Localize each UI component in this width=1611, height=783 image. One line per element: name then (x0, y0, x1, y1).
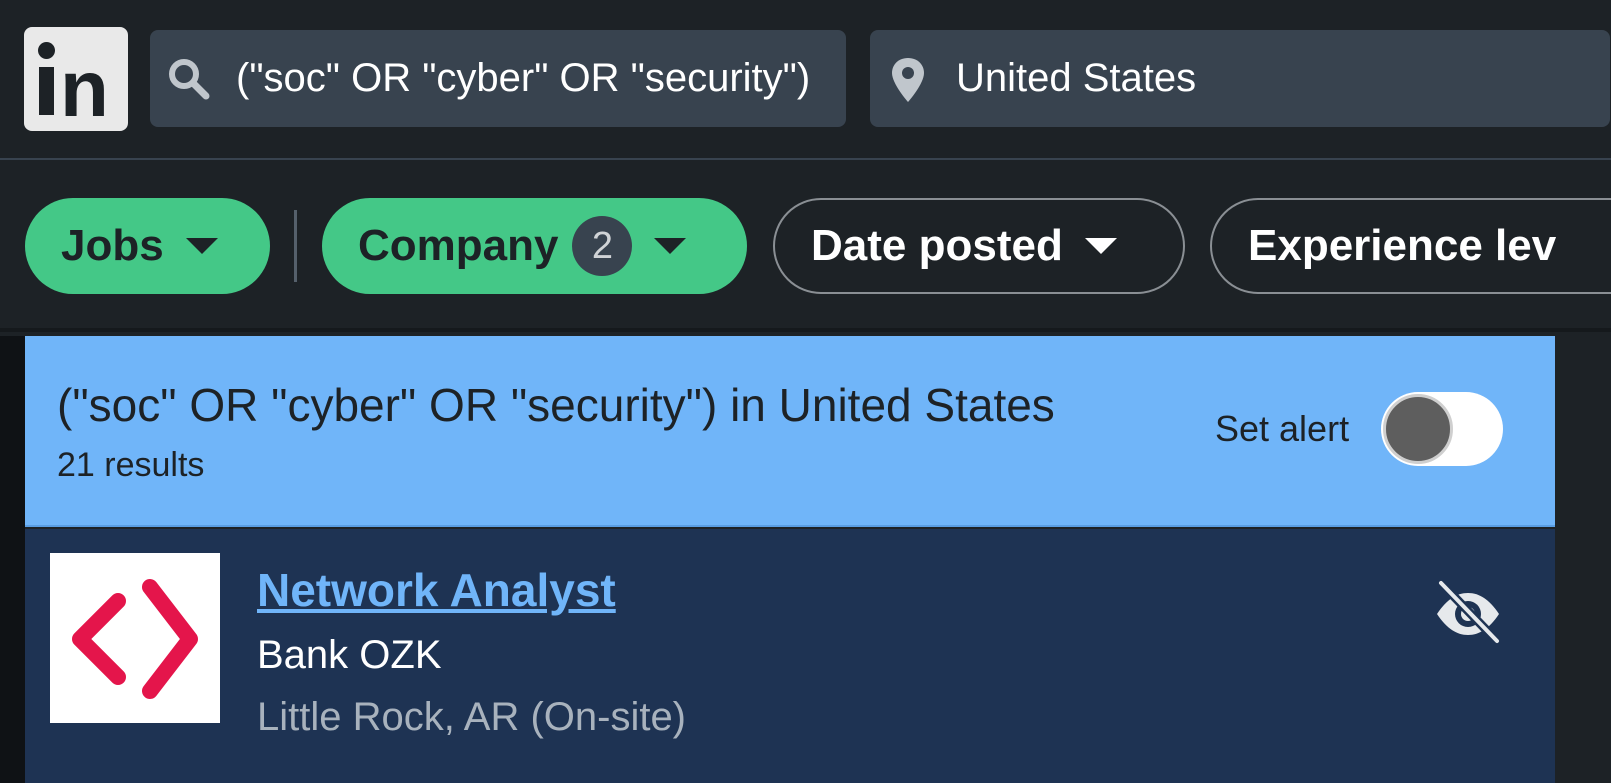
filter-bar: Jobs Company 2 Date posted Experience le… (0, 162, 1611, 332)
location-pin-icon (892, 58, 924, 102)
location-search-input[interactable] (956, 30, 1586, 127)
experience-level-filter-button[interactable]: Experience lev (1210, 198, 1611, 294)
date-posted-filter-label: Date posted (811, 221, 1063, 270)
top-navigation-bar: n (0, 0, 1611, 160)
logo-letter: n (60, 44, 109, 133)
results-header: ("soc" OR "cyber" OR "security") in Unit… (25, 336, 1555, 527)
keyword-search-box[interactable] (150, 30, 846, 127)
search-icon (169, 59, 210, 100)
company-logo[interactable] (50, 553, 220, 723)
set-alert-toggle[interactable] (1381, 392, 1503, 466)
job-card[interactable]: Network Analyst Bank OZK Little Rock, AR… (25, 529, 1555, 783)
set-alert-label: Set alert (1215, 408, 1350, 449)
job-title-link[interactable]: Network Analyst (257, 563, 616, 617)
caret-down-icon (1084, 238, 1117, 254)
logo-stem (39, 67, 54, 115)
company-filter-count-badge: 2 (572, 216, 633, 276)
linkedin-jobs-page: n Jobs Company 2 (0, 0, 1611, 783)
caret-down-icon (185, 238, 218, 254)
toggle-knob (1383, 394, 1453, 464)
results-title: ("soc" OR "cyber" OR "security") in Unit… (57, 379, 1055, 431)
results-count: 21 results (57, 446, 205, 484)
location-search-box[interactable] (870, 30, 1610, 127)
logo-dot (38, 42, 55, 59)
date-posted-filter-button[interactable]: Date posted (773, 198, 1185, 294)
jobs-filter-button[interactable]: Jobs (25, 198, 270, 294)
company-filter-label: Company (358, 221, 559, 270)
company-filter-button[interactable]: Company 2 (322, 198, 747, 294)
linkedin-logo[interactable]: n (24, 27, 128, 131)
job-location: Little Rock, AR (On-site) (257, 695, 687, 739)
bank-ozk-logo-icon (72, 579, 198, 699)
right-gutter (1555, 336, 1611, 783)
keyword-search-input[interactable] (236, 30, 816, 127)
experience-level-filter-label: Experience lev (1248, 221, 1557, 270)
left-gutter (0, 336, 25, 783)
jobs-filter-label: Jobs (61, 221, 164, 270)
filter-divider (294, 210, 297, 282)
hide-job-icon[interactable] (1433, 579, 1503, 649)
caret-down-icon (654, 238, 687, 254)
company-name: Bank OZK (257, 633, 442, 677)
